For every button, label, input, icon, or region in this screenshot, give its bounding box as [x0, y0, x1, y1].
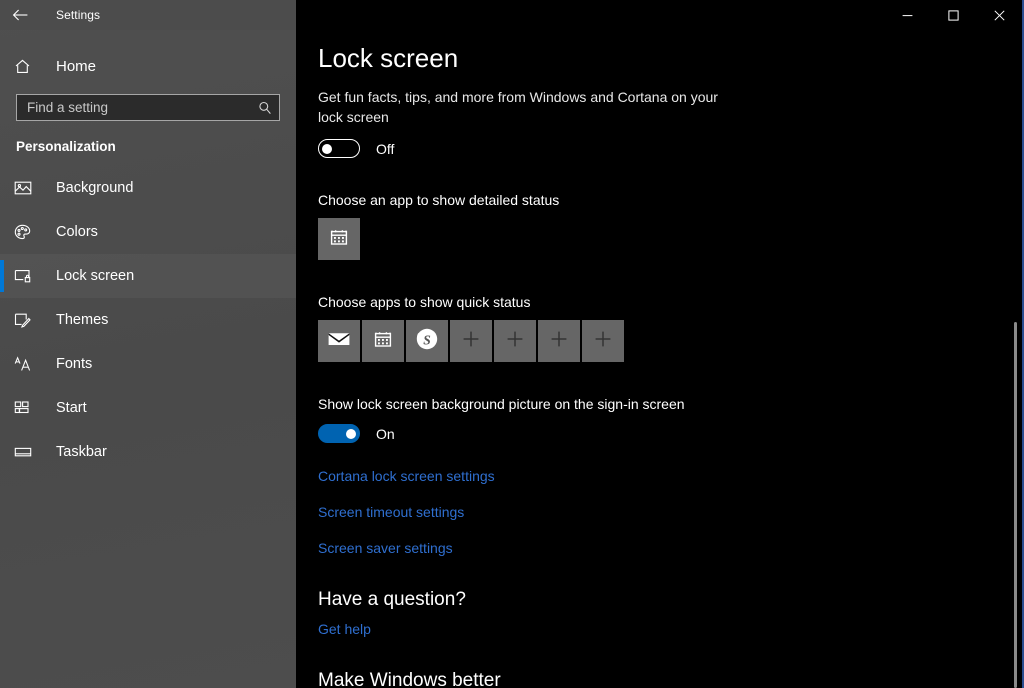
help-section-heading: Have a question? — [318, 589, 996, 611]
themes-brush-icon — [14, 312, 40, 329]
sidebar-item-colors[interactable]: Colors — [0, 210, 296, 254]
quick-status-tile-add-3[interactable] — [538, 320, 580, 362]
link-screen-timeout-settings[interactable]: Screen timeout settings — [318, 504, 464, 520]
toggle-knob — [346, 429, 356, 439]
calendar-icon — [328, 226, 350, 253]
caption-buttons — [884, 0, 1022, 30]
sidebar-home-label: Home — [56, 58, 96, 75]
sidebar-item-label: Taskbar — [56, 444, 107, 460]
minimize-icon — [902, 10, 913, 21]
calendar-icon — [372, 328, 394, 355]
sidebar-item-themes[interactable]: Themes — [0, 298, 296, 342]
page-title: Lock screen — [318, 44, 996, 73]
toggle-knob — [322, 144, 332, 154]
taskbar-icon — [14, 445, 40, 459]
spotlight-toggle-row: Off — [318, 139, 996, 158]
content-scrollbar[interactable] — [1008, 0, 1022, 688]
sidebar-item-home[interactable]: Home — [0, 48, 296, 84]
link-cortana-lock-screen-settings[interactable]: Cortana lock screen settings — [318, 468, 495, 484]
sidebar-item-lock-screen[interactable]: Lock screen — [0, 254, 296, 298]
quick-status-tile-mail[interactable] — [318, 320, 360, 362]
signin-picture-toggle[interactable] — [318, 424, 360, 443]
quick-status-tile-add-4[interactable] — [582, 320, 624, 362]
spotlight-toggle-state: Off — [376, 141, 394, 157]
back-arrow-icon — [12, 8, 29, 22]
link-screen-saver-settings[interactable]: Screen saver settings — [318, 540, 453, 556]
plus-icon — [550, 330, 568, 353]
detailed-status-label: Choose an app to show detailed status — [318, 192, 996, 208]
start-tiles-icon — [14, 400, 40, 416]
sidebar-item-start[interactable]: Start — [0, 386, 296, 430]
lock-screen-icon — [14, 268, 40, 284]
palette-icon — [14, 224, 40, 241]
spotlight-toggle[interactable] — [318, 139, 360, 158]
signin-picture-toggle-state: On — [376, 426, 395, 442]
quick-status-tile-row: S — [318, 320, 996, 362]
fonts-aa-icon — [14, 356, 40, 373]
home-icon — [14, 58, 40, 75]
plus-icon — [594, 330, 612, 353]
back-button[interactable] — [0, 0, 40, 30]
title-bar: Settings — [0, 0, 1024, 30]
feedback-section-heading: Make Windows better — [318, 670, 996, 688]
sidebar-item-label: Lock screen — [56, 268, 134, 284]
scrollbar-thumb[interactable] — [1014, 322, 1017, 688]
signin-picture-label: Show lock screen background picture on t… — [318, 396, 996, 412]
sidebar-item-label: Fonts — [56, 356, 92, 372]
sidebar-item-fonts[interactable]: Fonts — [0, 342, 296, 386]
detailed-status-tile[interactable] — [318, 218, 360, 260]
mail-icon — [327, 330, 351, 353]
sidebar-item-background[interactable]: Background — [0, 166, 296, 210]
search-input[interactable] — [17, 100, 251, 115]
search-box[interactable] — [16, 94, 280, 121]
content-pane: Lock screen Get fun facts, tips, and mor… — [296, 0, 1024, 688]
app-title: Settings — [56, 8, 100, 22]
skype-icon: S — [415, 327, 439, 356]
settings-window: Home Personalization — [0, 0, 1024, 688]
spotlight-description: Get fun facts, tips, and more from Windo… — [318, 87, 718, 128]
plus-icon — [506, 330, 524, 353]
close-button[interactable] — [976, 0, 1022, 30]
maximize-button[interactable] — [930, 0, 976, 30]
sidebar-item-label: Background — [56, 180, 133, 196]
minimize-button[interactable] — [884, 0, 930, 30]
svg-text:S: S — [423, 332, 431, 347]
search-icon[interactable] — [251, 101, 279, 115]
sidebar-section-title: Personalization — [16, 139, 296, 154]
sidebar-item-label: Start — [56, 400, 87, 416]
sidebar-nav-list: Background Colors — [0, 166, 296, 474]
sidebar: Home Personalization — [0, 0, 296, 688]
quick-status-tile-add-1[interactable] — [450, 320, 492, 362]
close-icon — [994, 10, 1005, 21]
maximize-icon — [948, 10, 959, 21]
image-icon — [14, 180, 40, 196]
sidebar-item-taskbar[interactable]: Taskbar — [0, 430, 296, 474]
plus-icon — [462, 330, 480, 353]
sidebar-item-label: Colors — [56, 224, 98, 240]
quick-status-tile-add-2[interactable] — [494, 320, 536, 362]
signin-picture-toggle-row: On — [318, 424, 996, 443]
sidebar-item-label: Themes — [56, 312, 108, 328]
quick-status-label: Choose apps to show quick status — [318, 294, 996, 310]
quick-status-tile-skype[interactable]: S — [406, 320, 448, 362]
quick-status-tile-calendar[interactable] — [362, 320, 404, 362]
link-get-help[interactable]: Get help — [318, 621, 371, 637]
